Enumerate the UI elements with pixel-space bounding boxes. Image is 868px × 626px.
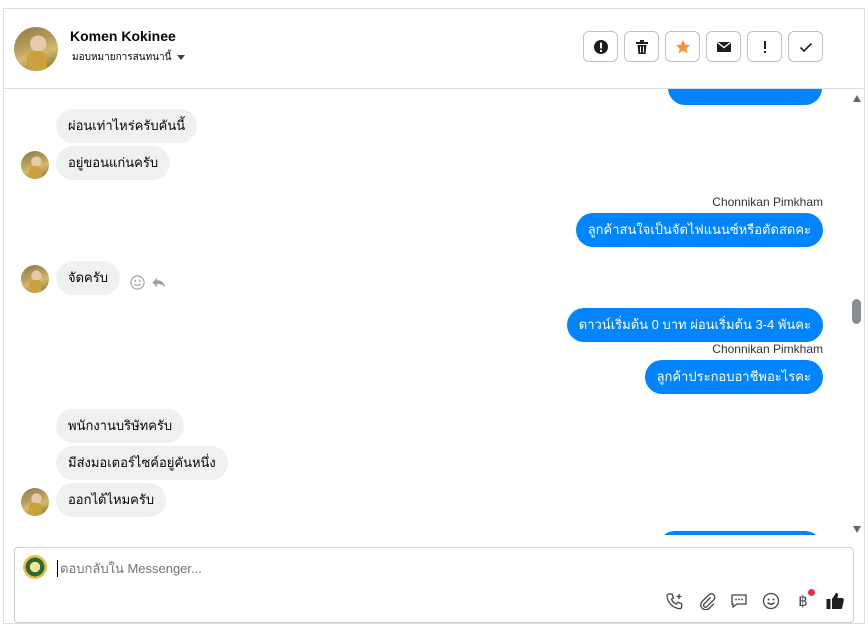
contact-avatar[interactable] (14, 27, 58, 71)
message-bubble-partial (658, 531, 822, 535)
like-button[interactable] (825, 591, 845, 611)
attach-button[interactable] (697, 591, 717, 611)
message-bubble-partial (668, 89, 822, 105)
assign-conversation-dropdown[interactable]: มอบหมายการสนทนานี้ (72, 50, 186, 65)
star-button[interactable] (665, 31, 700, 62)
follow-up-button[interactable] (747, 31, 782, 62)
sender-avatar (21, 151, 49, 179)
message-bubble: ลูกค้าสนใจเป็นจัดไฟแนนซ์หรือตัดสดคะ (575, 213, 823, 247)
assign-label: มอบหมายการสนทนานี้ (72, 52, 172, 63)
message-thread[interactable]: ผ่อนเท่าไหร่ครับคันนี้ อยู่ขอนแก่นครับ C… (4, 89, 864, 535)
message-bubble: ผ่อนเท่าไหร่ครับคันนี้ (56, 109, 198, 143)
sender-name: Chonnikan Pimkham (712, 342, 823, 356)
mark-unread-button[interactable] (706, 31, 741, 62)
action-toolbar (583, 31, 823, 62)
saved-reply-icon (731, 594, 747, 609)
message-bubble: ดาวน์เริ่มต้น 0 บาท ผ่อนเริ่มต้น 3-4 พัน… (566, 308, 823, 342)
scrollbar-thumb[interactable] (852, 299, 861, 324)
message-bubble: ลูกค้าประกอบอาชีพอะไรคะ (644, 360, 823, 394)
star-icon (675, 39, 690, 53)
contact-name[interactable]: Komen Kokinee (70, 28, 176, 44)
message-bubble: พนักงานบริษัทครับ (56, 409, 185, 443)
sender-avatar (21, 265, 49, 293)
caret-down-icon (177, 55, 186, 60)
envelope-icon (716, 41, 731, 52)
scroll-down-arrow[interactable] (853, 526, 861, 533)
page-avatar (23, 555, 47, 579)
emoji-button[interactable] (761, 591, 781, 611)
check-icon (799, 42, 812, 52)
alert-icon (593, 39, 608, 54)
sender-avatar (21, 488, 49, 516)
exclamation-icon (763, 40, 766, 53)
sender-name: Chonnikan Pimkham (712, 195, 823, 209)
mark-done-button[interactable] (788, 31, 823, 62)
delete-button[interactable] (624, 31, 659, 62)
emoji-react-icon[interactable] (130, 275, 145, 290)
baht-icon: ฿ (798, 593, 808, 610)
notification-dot (808, 589, 815, 596)
thumbs-up-icon (826, 593, 844, 609)
payment-button[interactable]: ฿ (793, 589, 815, 611)
composer-tools: ฿ (665, 589, 845, 611)
message-actions (130, 275, 167, 290)
emoji-icon (762, 592, 780, 610)
saved-reply-button[interactable] (729, 591, 749, 611)
scroll-up-arrow[interactable] (853, 95, 861, 102)
conversation-header: Komen Kokinee มอบหมายการสนทนานี้ (4, 9, 864, 89)
message-bubble: ออกได้ไหมครับ (56, 483, 167, 517)
call-add-icon (666, 593, 683, 610)
call-button[interactable] (665, 591, 685, 611)
mark-spam-button[interactable] (583, 31, 618, 62)
reply-composer: ฿ (14, 547, 854, 623)
conversation-panel: Komen Kokinee มอบหมายการสนทนานี้ ผ่อนเท่… (3, 8, 865, 624)
message-bubble: มีส่งมอเตอร์ไซค์อยู่คันหนึ่ง (56, 446, 228, 480)
message-bubble: อยู่ขอนแก่นครับ (56, 146, 171, 180)
message-bubble: จัดครับ (56, 261, 120, 295)
reply-input[interactable] (57, 560, 662, 577)
paperclip-icon (700, 593, 716, 610)
trash-icon (635, 39, 648, 54)
reply-icon[interactable] (151, 275, 167, 290)
